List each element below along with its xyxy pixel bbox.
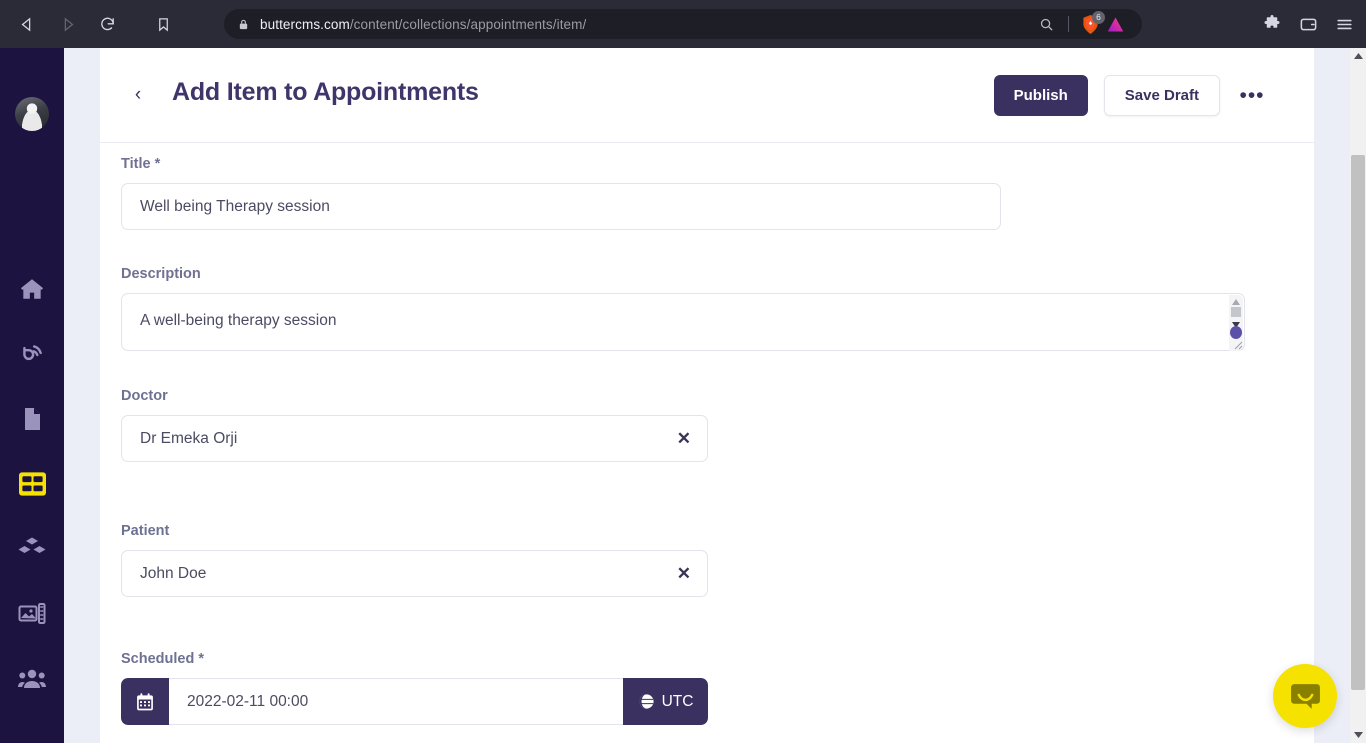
sidebar-item-pages[interactable]: [0, 393, 64, 445]
clear-doctor-icon[interactable]: ✕: [677, 430, 691, 447]
content-area: ‹ Add Item to Appointments Publish Save …: [100, 48, 1314, 743]
home-icon: [20, 279, 44, 299]
doctor-label: Doctor: [121, 388, 168, 404]
clear-patient-icon[interactable]: ✕: [677, 565, 691, 582]
lock-icon: [238, 18, 249, 31]
calendar-picker-button[interactable]: [121, 678, 169, 725]
sidebar-gutter: [64, 48, 100, 743]
back-arrow-icon: [21, 17, 30, 31]
brave-shields-badge: 6: [1092, 11, 1105, 24]
page-document-icon: [25, 408, 40, 430]
toolbar-divider: [1068, 16, 1069, 32]
wallet-icon: [1300, 18, 1316, 30]
scroll-up-arrow-icon[interactable]: [1350, 48, 1366, 64]
scheduled-label: Scheduled *: [121, 651, 205, 667]
sidebar-item-collections[interactable]: [0, 458, 64, 510]
reload-button[interactable]: [90, 7, 124, 41]
field-patient: Patient John Doe ✕: [100, 523, 708, 597]
publish-button[interactable]: Publish: [993, 75, 1088, 116]
patient-value: John Doe: [140, 564, 207, 582]
zoom-search-icon[interactable]: [1033, 11, 1059, 37]
title-input[interactable]: Well being Therapy session: [121, 183, 1001, 230]
sidebar-item-users[interactable]: [0, 653, 64, 705]
field-doctor: Doctor Dr Emeka Orji ✕: [100, 388, 708, 462]
scheduled-row: 2022-02-11 00:00 UTC: [121, 678, 708, 725]
scroll-up-arrow-icon[interactable]: [1231, 297, 1241, 306]
patient-label: Patient: [121, 523, 170, 539]
url-host: buttercms.com: [260, 16, 350, 32]
title-label: Title *: [121, 156, 161, 172]
doctor-value: Dr Emeka Orji: [140, 429, 238, 447]
patient-input[interactable]: John Doe ✕: [121, 550, 708, 597]
header-actions: Publish Save Draft •••: [993, 75, 1266, 116]
brave-rewards-triangle-icon: [1107, 17, 1123, 31]
field-description: Description A well-being therapy session: [100, 266, 1245, 351]
scheduled-value: 2022-02-11 00:00: [187, 692, 309, 710]
page-scrollbar[interactable]: [1350, 48, 1366, 743]
extensions-button[interactable]: [1256, 8, 1288, 40]
description-value: A well-being therapy session: [140, 312, 337, 329]
sidebar-item-blog[interactable]: [0, 328, 64, 380]
timezone-button[interactable]: UTC: [623, 678, 708, 725]
calendar-icon: [137, 692, 153, 710]
intercom-chat-button[interactable]: [1273, 664, 1337, 728]
forward-arrow-icon: [64, 17, 73, 31]
avatar[interactable]: [15, 97, 49, 131]
globe-icon: [638, 694, 654, 709]
save-draft-button[interactable]: Save Draft: [1103, 75, 1220, 116]
media-image-icon: [18, 603, 46, 624]
forward-button[interactable]: [50, 7, 84, 41]
required-marker: *: [154, 156, 161, 172]
scroll-down-arrow-icon[interactable]: [1350, 727, 1366, 743]
doctor-input[interactable]: Dr Emeka Orji ✕: [121, 415, 708, 462]
wallet-button[interactable]: [1292, 8, 1324, 40]
back-button[interactable]: [10, 7, 44, 41]
address-bar-actions: 6: [1033, 9, 1128, 39]
browser-menu-button[interactable]: [1328, 8, 1360, 40]
collections-grid-icon: [18, 472, 46, 496]
textarea-resize-handle[interactable]: [1231, 337, 1243, 350]
scheduled-input[interactable]: 2022-02-11 00:00: [169, 678, 623, 725]
description-textarea[interactable]: A well-being therapy session: [121, 293, 1245, 351]
title-value: Well being Therapy session: [140, 197, 330, 215]
page-scroll-thumb[interactable]: [1351, 155, 1365, 690]
browser-toolbar-right: [1256, 0, 1360, 48]
page-viewport: ‹ Add Item to Appointments Publish Save …: [0, 48, 1366, 743]
sidebar-item-home[interactable]: [0, 263, 64, 315]
brave-rewards-button[interactable]: [1102, 11, 1128, 37]
users-group-icon: [18, 669, 46, 688]
bookmark-button[interactable]: [146, 7, 180, 41]
field-title: Title * Well being Therapy session: [100, 156, 1001, 230]
description-label: Description: [121, 266, 201, 282]
app-sidebar: [0, 48, 64, 743]
browser-chrome: buttercms.com/content/collections/appoin…: [0, 0, 1366, 48]
page-title: Add Item to Appointments: [172, 78, 479, 106]
more-options-button[interactable]: •••: [1238, 82, 1266, 110]
chat-bubble-icon: [1290, 683, 1320, 709]
brave-shields-button[interactable]: 6: [1078, 11, 1105, 36]
puzzle-extensions-icon: [1264, 15, 1280, 28]
timezone-label: UTC: [661, 692, 694, 710]
sidebar-item-media[interactable]: [0, 588, 64, 640]
hamburger-menu-icon: [1336, 19, 1352, 29]
components-blocks-icon: [18, 537, 46, 553]
required-marker: *: [198, 651, 205, 667]
reload-icon: [100, 17, 114, 30]
address-bar[interactable]: buttercms.com/content/collections/appoin…: [224, 9, 1142, 39]
back-button[interactable]: ‹: [124, 81, 152, 109]
url-text: buttercms.com/content/collections/appoin…: [260, 17, 586, 32]
url-path: /content/collections/appointments/item/: [349, 16, 587, 32]
sidebar-item-components[interactable]: [0, 523, 64, 575]
description-scroll-thumb[interactable]: [1231, 307, 1241, 317]
blog-rss-icon: [23, 345, 42, 361]
field-scheduled: Scheduled * 2022-02-11 00:00 UTC: [100, 651, 708, 725]
bookmark-icon: [158, 17, 168, 31]
app-header: ‹ Add Item to Appointments Publish Save …: [100, 48, 1314, 143]
